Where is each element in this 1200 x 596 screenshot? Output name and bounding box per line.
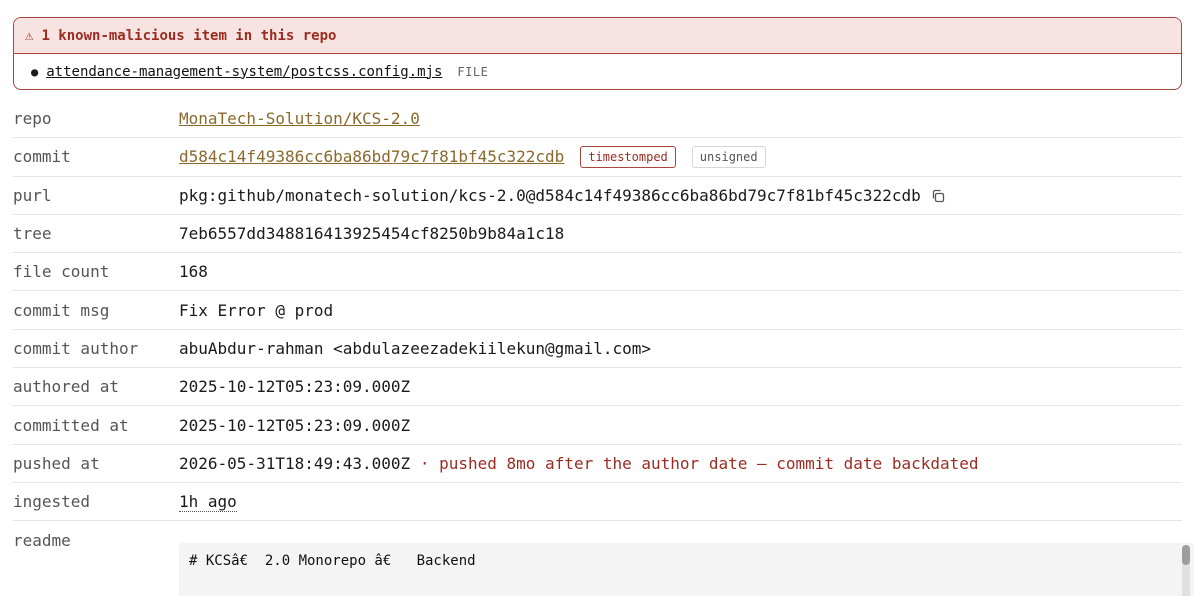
warning-icon: ⚠ xyxy=(25,27,34,44)
detail-row-authored-at: authored at 2025-10-12T05:23:09.000Z xyxy=(13,368,1182,407)
detail-label: file count xyxy=(13,262,110,282)
scrollbar-thumb[interactable] xyxy=(1182,545,1190,565)
alert-item: ● attendance-management-system/postcss.c… xyxy=(14,54,1181,89)
detail-label: commit author xyxy=(13,338,139,358)
detail-row-pushed-at: pushed at 2026-05-31T18:49:43.000Z · pus… xyxy=(13,445,1182,483)
backdated-warning: · pushed 8mo after the author date — com… xyxy=(419,453,979,473)
detail-label: tree xyxy=(13,224,52,244)
commit-msg-value: Fix Error @ prod xyxy=(179,300,334,320)
detail-row-commit-msg: commit msg Fix Error @ prod xyxy=(13,291,1182,330)
detail-row-file-count: file count 168 xyxy=(13,253,1182,292)
detail-row-tree: tree 7eb6557dd348816413925454cf8250b9b84… xyxy=(13,215,1182,254)
detail-row-commit-author: commit author abuAbdur-rahman <abdulazee… xyxy=(13,330,1182,369)
timestomped-badge: timestomped xyxy=(580,145,676,168)
tree-value: 7eb6557dd348816413925454cf8250b9b84a1c18 xyxy=(179,224,565,244)
readme-content[interactable]: # KCSâ€ 2.0 Monorepo â€ Backend xyxy=(179,543,1194,596)
detail-label: readme xyxy=(13,531,71,550)
detail-label: purl xyxy=(13,185,52,205)
file-count-value: 168 xyxy=(179,262,208,282)
authored-at-value: 2025-10-12T05:23:09.000Z xyxy=(179,377,411,397)
detail-row-repo: repo MonaTech-Solution/KCS-2.0 xyxy=(13,100,1182,139)
committed-at-value: 2025-10-12T05:23:09.000Z xyxy=(179,415,411,435)
malicious-file-link[interactable]: attendance-management-system/postcss.con… xyxy=(46,64,442,80)
detail-label: ingested xyxy=(13,492,91,512)
ingested-value[interactable]: 1h ago xyxy=(179,492,237,512)
readme-text: # KCSâ€ 2.0 Monorepo â€ Backend xyxy=(189,553,476,569)
details-table: repo MonaTech-Solution/KCS-2.0 commit d5… xyxy=(13,100,1182,522)
alert-title: 1 known-malicious item in this repo xyxy=(41,27,337,44)
detail-label: commit msg xyxy=(13,300,110,320)
detail-row-committed-at: committed at 2025-10-12T05:23:09.000Z xyxy=(13,406,1182,445)
bullet-icon: ● xyxy=(31,64,39,79)
pushed-at-value: 2026-05-31T18:49:43.000Z xyxy=(179,453,411,473)
readme-scrollbar[interactable] xyxy=(1182,545,1190,596)
detail-label: pushed at xyxy=(13,453,100,473)
copy-icon[interactable] xyxy=(931,188,945,203)
repo-link[interactable]: MonaTech-Solution/KCS-2.0 xyxy=(179,109,420,128)
commit-link[interactable]: d584c14f49386cc6ba86bd79c7f81bf45c322cdb xyxy=(179,147,564,166)
detail-label: commit xyxy=(13,147,71,167)
alert-header: ⚠ 1 known-malicious item in this repo xyxy=(14,18,1181,54)
file-kind-tag: FILE xyxy=(457,64,489,79)
detail-row-purl: purl pkg:github/monatech-solution/kcs-2.… xyxy=(13,177,1182,215)
detail-label: authored at xyxy=(13,377,119,397)
malicious-alert: ⚠ 1 known-malicious item in this repo ● … xyxy=(13,17,1182,90)
commit-author-value: abuAbdur-rahman <abdulazeezadekiilekun@g… xyxy=(179,338,652,358)
purl-value: pkg:github/monatech-solution/kcs-2.0@d58… xyxy=(179,185,921,205)
unsigned-badge: unsigned xyxy=(691,145,766,168)
detail-row-ingested: ingested 1h ago xyxy=(13,483,1182,522)
detail-label: committed at xyxy=(13,415,129,435)
detail-row-commit: commit d584c14f49386cc6ba86bd79c7f81bf45… xyxy=(13,138,1182,177)
detail-label: repo xyxy=(13,109,52,129)
